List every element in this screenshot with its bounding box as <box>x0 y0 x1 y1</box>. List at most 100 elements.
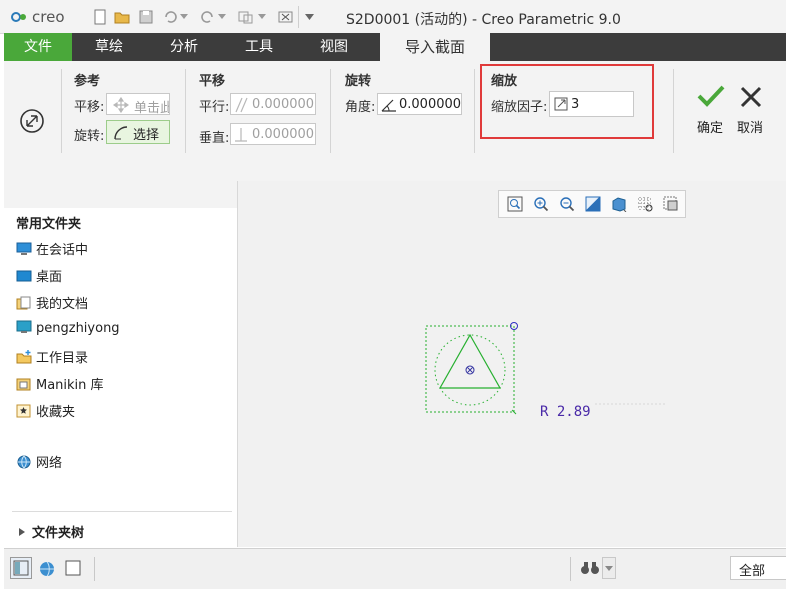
radius-dimension[interactable]: R 2.89 <box>540 404 591 420</box>
triangle-sketch <box>438 333 502 389</box>
scale-factor-input[interactable]: 3 <box>549 91 634 117</box>
translate-reference-text: 单击此 <box>134 101 170 115</box>
translate-reference-button[interactable]: 单击此 <box>106 93 170 115</box>
group-title-scale: 缩放 <box>491 74 518 89</box>
perpendicular-icon <box>235 128 247 142</box>
scale-icon <box>554 97 568 111</box>
translate-label: 平移: <box>74 100 105 115</box>
panel-tab-strip <box>4 155 786 208</box>
checkmark-icon <box>697 85 725 107</box>
find-binoculars-icon[interactable] <box>580 559 600 577</box>
sketch-canvas <box>425 322 667 415</box>
rotate-view-icon[interactable] <box>17 106 47 136</box>
folder-tree-toggle[interactable]: 文件夹树 <box>18 522 84 541</box>
customize-dropdown-icon[interactable] <box>305 14 314 21</box>
parallel-input[interactable]: 0.000000 <box>230 93 316 115</box>
browser-toggle-icon[interactable] <box>38 560 56 578</box>
network-icon <box>17 455 31 469</box>
open-folder-icon[interactable] <box>114 9 130 25</box>
nav-item-desktop[interactable]: 桌面 <box>16 266 62 285</box>
nav-item-label: 网络 <box>36 456 63 471</box>
redo-dropdown-icon[interactable] <box>218 14 226 20</box>
tab-view[interactable]: 视图 <box>296 33 372 61</box>
rotate-label: 旋转: <box>74 129 105 144</box>
monitor-icon <box>16 242 32 255</box>
vertical-input[interactable]: 0.000000 <box>230 123 316 145</box>
tab-import-section[interactable]: 导入截面 <box>380 33 490 61</box>
close-window-icon[interactable] <box>278 9 294 25</box>
ok-label: 确定 <box>697 121 724 136</box>
favorites-icon <box>16 404 31 418</box>
app-logo-text: creo <box>32 8 65 26</box>
cancel-button[interactable]: 取消 <box>734 83 772 136</box>
redo-icon[interactable] <box>200 9 216 25</box>
parallel-icon <box>235 97 248 113</box>
datum-display-icon[interactable] <box>637 196 653 212</box>
folder-tree-label: 文件夹树 <box>32 526 85 541</box>
nav-item-favorites[interactable]: 收藏夹 <box>16 401 75 420</box>
zoom-out-icon[interactable] <box>559 196 575 212</box>
sketcher-display-icon[interactable] <box>663 196 679 212</box>
tab-analysis[interactable]: 分析 <box>146 33 222 61</box>
working-folder-icon <box>16 350 32 364</box>
nav-item-label: 我的文档 <box>36 297 89 312</box>
desktop-icon <box>16 270 32 282</box>
nav-item-label: 收藏夹 <box>36 405 76 420</box>
library-icon <box>16 378 31 391</box>
nav-item-network[interactable]: 网络 <box>16 452 62 471</box>
navigator-panel: 常用文件夹 在会话中 桌面 我的文档 pengzhiyong 工作目录 Mani… <box>4 181 238 547</box>
selection-filter-select[interactable]: 全部 <box>730 556 786 580</box>
title-bar: creo S2D0001 (活动的) - Creo Parametric 9.0 <box>0 0 786 34</box>
angle-input[interactable]: 0.000000 <box>377 93 462 115</box>
new-file-icon[interactable] <box>92 9 108 25</box>
group-title-translation: 平移 <box>199 74 226 89</box>
arc-reference-icon <box>114 126 128 140</box>
tab-sketch[interactable]: 草绘 <box>72 33 146 61</box>
ribbon-divider <box>673 69 674 153</box>
vertical-value: 0.000000 <box>252 127 315 142</box>
angle-icon <box>381 99 396 112</box>
toggle-navigator-button[interactable] <box>10 557 32 579</box>
regenerate-dropdown-icon[interactable] <box>258 14 266 20</box>
status-divider <box>570 557 571 581</box>
selection-filter-value: 全部 <box>739 564 766 579</box>
display-style-icon[interactable] <box>611 196 627 212</box>
scale-factor-label: 缩放因子: <box>491 100 548 115</box>
move-icon <box>113 97 129 113</box>
scale-factor-value: 3 <box>571 97 580 112</box>
nav-item-in-session[interactable]: 在会话中 <box>16 239 88 258</box>
selection-box <box>425 325 515 413</box>
undo-icon[interactable] <box>162 9 178 25</box>
find-dropdown-button[interactable] <box>602 557 616 579</box>
undo-dropdown-icon[interactable] <box>180 14 188 20</box>
nav-item-label: 在会话中 <box>36 243 89 258</box>
panel-divider <box>12 511 232 512</box>
zoom-in-icon[interactable] <box>533 196 549 212</box>
common-folders-title: 常用文件夹 <box>16 217 82 232</box>
nav-item-manikin-library[interactable]: Manikin 库 <box>16 374 104 393</box>
tab-file[interactable]: 文件 <box>4 33 72 61</box>
regenerate-icon[interactable] <box>238 9 254 25</box>
tab-tools[interactable]: 工具 <box>222 33 296 61</box>
group-title-rotation: 旋转 <box>345 74 372 89</box>
ok-button[interactable]: 确定 <box>692 83 730 136</box>
rotate-reference-button[interactable]: 选择 <box>106 120 170 144</box>
nav-item-my-documents[interactable]: 我的文档 <box>16 293 88 312</box>
repaint-icon[interactable] <box>585 196 601 212</box>
cross-icon <box>740 86 762 108</box>
graphics-window[interactable]: R 2.89 <box>238 181 786 547</box>
user-monitor-icon <box>16 320 32 333</box>
ribbon-panel: 参考 平移: 单击此 旋转: 选择 平移 平行: 0.000000 垂直: 0.… <box>4 61 786 155</box>
expand-arrow-icon <box>19 528 25 536</box>
group-title-reference: 参考 <box>74 74 101 89</box>
fullscreen-toggle-icon[interactable] <box>65 560 81 576</box>
refit-icon[interactable] <box>507 196 523 212</box>
save-icon[interactable] <box>138 9 154 25</box>
toolbar-divider <box>298 6 299 28</box>
ribbon-divider <box>474 69 475 153</box>
ribbon-divider <box>185 69 186 153</box>
angle-label: 角度: <box>345 100 376 115</box>
nav-item-working-directory[interactable]: 工作目录 <box>16 347 88 366</box>
window-title: S2D0001 (活动的) - Creo Parametric 9.0 <box>346 12 621 28</box>
nav-item-user[interactable]: pengzhiyong <box>16 320 120 336</box>
